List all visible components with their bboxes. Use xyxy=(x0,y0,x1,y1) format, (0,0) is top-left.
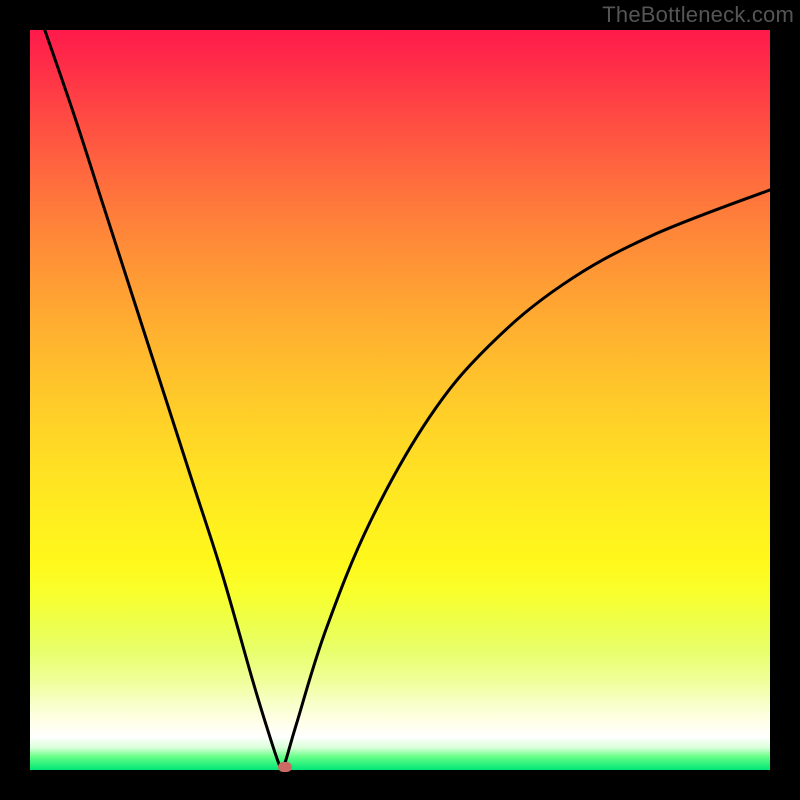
bottleneck-curve xyxy=(30,30,770,770)
optimal-point-marker xyxy=(278,762,292,772)
chart-frame: TheBottleneck.com xyxy=(0,0,800,800)
watermark-label: TheBottleneck.com xyxy=(602,2,794,28)
plot-area xyxy=(30,30,770,770)
